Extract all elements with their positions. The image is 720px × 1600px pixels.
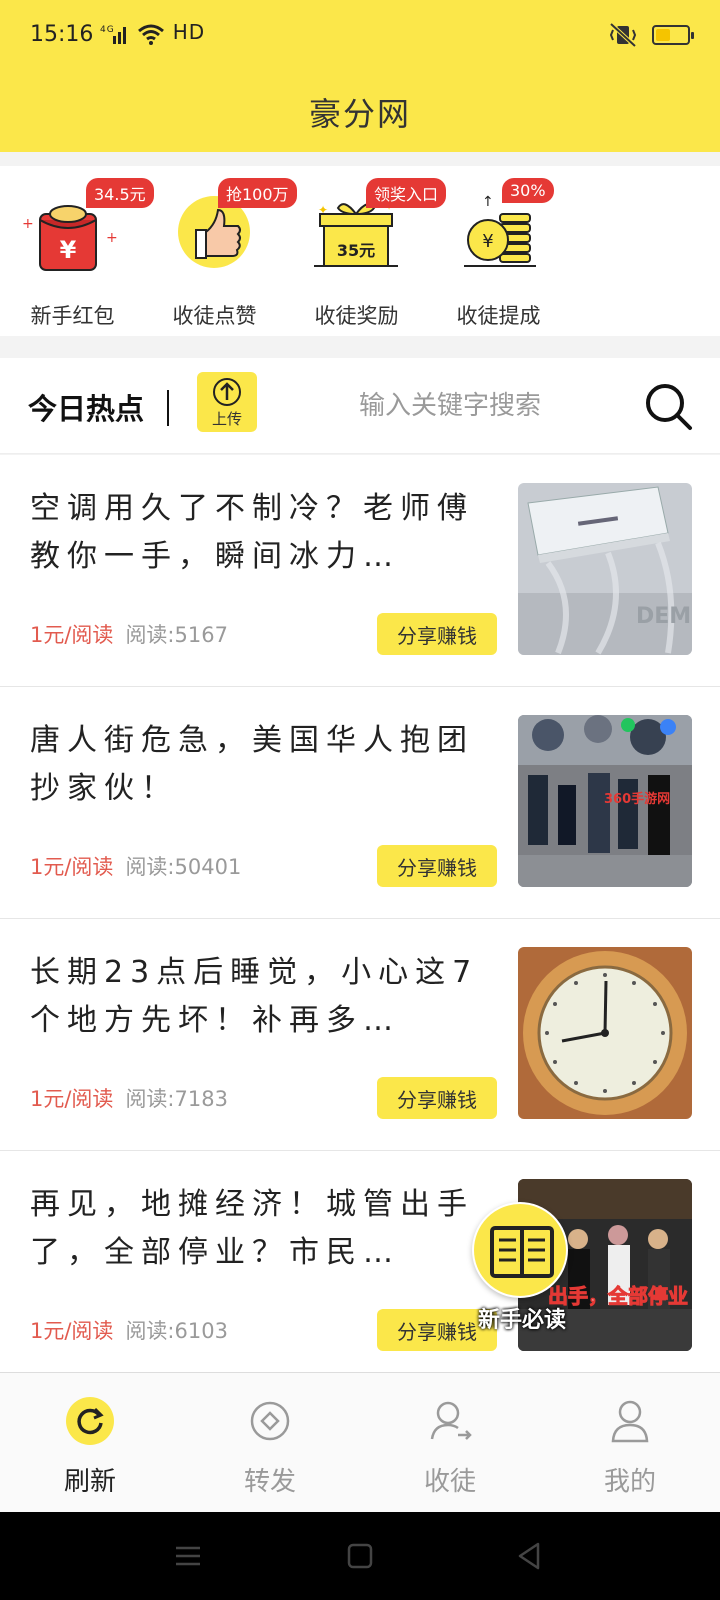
article-reads: 阅读:5167 (125, 623, 228, 647)
menu-icon[interactable] (168, 1536, 208, 1576)
signal-indicator: 4G HD (100, 20, 205, 45)
guide-label: 新手必读 (477, 1308, 566, 1333)
article-price: 1元/阅读 (30, 855, 114, 879)
upload-button[interactable]: 上传 (197, 372, 257, 432)
article-title[interactable]: 唐人街危急，美国华人抱团抄家伙！ (30, 717, 490, 813)
user-icon (611, 1400, 649, 1443)
article-title[interactable]: 空调用久了不制冷？老师傅教你一手，瞬间冰力… (30, 485, 490, 581)
tab-refresh[interactable]: 刷新 (0, 1373, 180, 1513)
shortcut-recruit-commission[interactable]: ↑ ¥ 30% 收徒提成 (426, 166, 571, 336)
tab-label: 我的 (603, 1467, 656, 1497)
svg-text:+: + (22, 216, 34, 232)
share-earn-button[interactable]: 分享赚钱 (377, 845, 497, 887)
article-title[interactable]: 长期23点后睡觉，小心这7个地方先坏！补再多… (30, 949, 490, 1045)
article-feed: 空调用久了不制冷？老师傅教你一手，瞬间冰力… 1元/阅读 阅读:5167 分享赚钱… (0, 455, 720, 1383)
shortcut-recruit-reward[interactable]: ✦ ✦ 35元 领奖入口 收徒奖励 (284, 166, 447, 336)
share-earn-button[interactable]: 分享赚钱 (377, 1077, 497, 1119)
article-item[interactable]: 唐人街危急，美国华人抱团抄家伙！ 1元/阅读 阅读:50401 分享赚钱 360手… (0, 687, 720, 919)
battery-icon (652, 25, 694, 45)
svg-text:¥: ¥ (482, 231, 493, 252)
tab-mine[interactable]: 我的 (540, 1373, 720, 1513)
air-conditioner-image[interactable]: DEMO (518, 483, 692, 655)
shortcut-recruit-like[interactable]: 抢100万 收徒点赞 (142, 166, 297, 336)
svg-text:35元: 35元 (337, 241, 375, 260)
article-meta: 1元/阅读 阅读:6103 (30, 1315, 228, 1345)
article-reads: 阅读:50401 (125, 855, 242, 879)
status-bar: 15:16 4G HD (0, 0, 720, 72)
wifi-icon (138, 24, 165, 45)
search-icon[interactable] (644, 382, 694, 432)
signal-icon: 4G (100, 25, 126, 44)
article-item[interactable]: 空调用久了不制冷？老师傅教你一手，瞬间冰力… 1元/阅读 阅读:5167 分享赚钱… (0, 455, 720, 687)
back-icon[interactable] (510, 1536, 550, 1576)
svg-text:DEMO: DEMO (636, 604, 692, 629)
svg-text:¥: ¥ (60, 236, 77, 264)
svg-text:360手游网: 360手游网 (604, 791, 670, 807)
shortcut-label: 收徒点赞 (172, 304, 257, 328)
search-input[interactable] (300, 384, 600, 428)
app-title: 豪分网 (308, 95, 411, 133)
article-reads: 阅读:6103 (125, 1319, 228, 1343)
upload-label: 上传 (211, 410, 242, 428)
article-meta: 1元/阅读 阅读:5167 (30, 619, 228, 649)
shortcut-label: 收徒奖励 (314, 304, 399, 328)
share-earn-button[interactable]: 分享赚钱 (377, 613, 497, 655)
tab-label: 刷新 (63, 1467, 116, 1497)
tab-recruit[interactable]: 收徒 (360, 1373, 540, 1513)
tab-label: 收徒 (423, 1467, 476, 1497)
upload-icon (213, 378, 241, 406)
add-user-icon (430, 1401, 472, 1440)
article-price: 1元/阅读 (30, 623, 114, 647)
shortcut-newbie-red-envelope[interactable]: + + ¥ 34.5元 新手红包 (0, 166, 154, 336)
svg-text:+: + (106, 230, 118, 246)
shortcut-badge: 30% (502, 178, 554, 203)
clock-image[interactable] (518, 947, 692, 1119)
home-icon[interactable] (340, 1536, 380, 1576)
tab-label: 转发 (243, 1467, 296, 1497)
article-title[interactable]: 再见，地摊经济！城管出手了，全部停业？市民… (30, 1181, 490, 1277)
article-item[interactable]: 长期23点后睡觉，小心这7个地方先坏！补再多… 1元/阅读 阅读:7183 分享赚… (0, 919, 720, 1151)
tab-forward[interactable]: 转发 (180, 1373, 360, 1513)
shortcut-label: 收徒提成 (456, 304, 541, 328)
refresh-icon (66, 1397, 114, 1445)
status-right (608, 22, 694, 48)
bottom-tab-bar: 刷新 转发 收徒 我的 (0, 1372, 720, 1512)
shortcut-label: 新手红包 (30, 304, 115, 328)
svg-text:↑: ↑ (482, 194, 494, 210)
svg-text:4G: 4G (100, 25, 115, 35)
newbie-guide-button[interactable]: 新手必读 (466, 1202, 578, 1333)
divider (167, 390, 169, 426)
system-nav-bar (0, 1512, 720, 1600)
article-price: 1元/阅读 (30, 1087, 114, 1111)
hot-search-bar: 今日热点 上传 (0, 358, 720, 454)
network-type: HD (172, 20, 206, 44)
article-reads: 阅读:7183 (125, 1087, 228, 1111)
crowd-protest-image[interactable]: 360手游网 (518, 715, 692, 887)
article-item[interactable]: 再见，地摊经济！城管出手了，全部停业？市民… 1元/阅读 阅读:6103 分享赚钱… (0, 1151, 720, 1383)
article-meta: 1元/阅读 阅读:50401 (30, 851, 241, 881)
hot-topics-title: 今日热点 (28, 392, 145, 426)
book-icon (472, 1202, 568, 1298)
article-price: 1元/阅读 (30, 1319, 114, 1343)
status-time: 15:16 (30, 22, 94, 47)
vibrate-mute-icon (609, 22, 637, 48)
share-diamond-icon (250, 1401, 290, 1441)
app-header: 豪分网 (0, 72, 720, 152)
shortcut-row: + + ¥ 34.5元 新手红包 抢100万 收徒点赞 ✦ ✦ (0, 166, 720, 336)
article-meta: 1元/阅读 阅读:7183 (30, 1083, 228, 1113)
